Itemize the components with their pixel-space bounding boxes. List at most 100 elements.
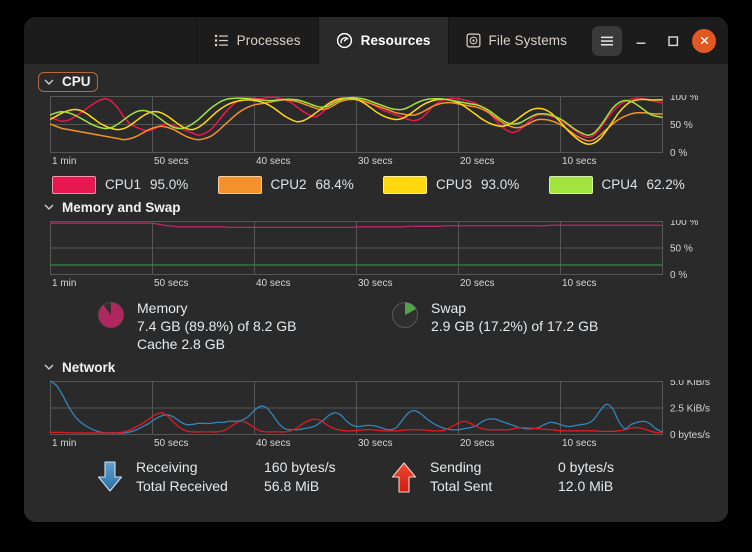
- svg-text:0 %: 0 %: [670, 270, 687, 281]
- cpu1-value: 95.0%: [150, 177, 189, 192]
- svg-text:1 min: 1 min: [52, 278, 76, 289]
- cpu-legend-item[interactable]: CPU1 95.0%: [52, 175, 218, 194]
- cpu-legend-item[interactable]: CPU3 93.0%: [383, 175, 549, 194]
- sending-value: 0 bytes/s: [558, 459, 615, 476]
- network-graph: 5.0 KiB/s 2.5 KiB/s 0 bytes/s 1 min 50 secs 4…: [50, 380, 714, 452]
- cpu-legend-item[interactable]: CPU2 68.4%: [217, 175, 384, 194]
- svg-text:20 secs: 20 secs: [460, 278, 494, 289]
- main-menu-button[interactable]: [592, 25, 622, 56]
- memory-section-header[interactable]: Memory and Swap: [38, 198, 188, 218]
- svg-text:50 %: 50 %: [670, 120, 693, 131]
- svg-text:1 min: 1 min: [52, 438, 76, 449]
- receiving-text: Receiving 160 bytes/s Total Received 56.…: [136, 458, 336, 495]
- svg-text:30 secs: 30 secs: [358, 438, 392, 449]
- sending-label: Sending: [430, 459, 482, 476]
- cpu-section-header[interactable]: CPU: [38, 72, 98, 92]
- cpu2-color-swatch: [217, 175, 262, 194]
- minimize-icon: [634, 34, 648, 48]
- header-bar: Processes Resources File Systems: [24, 17, 728, 64]
- memory-graph-svg: 100 % 50 % 0 % 1 min 50 secs 40 secs 30 secs 20…: [50, 220, 698, 289]
- network-legend: Receiving 160 bytes/s Total Received 56.…: [38, 458, 714, 495]
- svg-text:1 min: 1 min: [52, 156, 76, 167]
- tab-file-systems[interactable]: File Systems: [447, 17, 584, 64]
- cpu3-value: 93.0%: [481, 177, 520, 192]
- sending-legend-item[interactable]: Sending 0 bytes/s Total Sent 12.0 MiB: [368, 458, 698, 495]
- cpu3-label: CPU3: [436, 177, 473, 192]
- cpu2-value: 68.4%: [315, 177, 354, 192]
- svg-text:40 secs: 40 secs: [256, 278, 290, 289]
- svg-text:40 secs: 40 secs: [256, 438, 290, 449]
- chevron-down-icon: [43, 201, 55, 213]
- total-received-value: 56.8 MiB: [264, 478, 320, 495]
- speedometer-icon: [336, 32, 353, 49]
- cpu-section-title: CPU: [62, 74, 91, 89]
- total-sent-label: Total Sent: [430, 478, 493, 495]
- memory-graph: 100 % 50 % 0 % 1 min 50 secs 40 secs 30 secs 20…: [50, 220, 714, 292]
- tab-file-systems-label: File Systems: [488, 33, 567, 48]
- cpu3-color-swatch: [383, 175, 427, 194]
- network-graph-svg: 5.0 KiB/s 2.5 KiB/s 0 bytes/s 1 min 50 secs 4…: [50, 380, 710, 449]
- system-monitor-window: Processes Resources File Systems CPU 100…: [24, 17, 728, 522]
- svg-text:40 secs: 40 secs: [256, 156, 290, 167]
- total-sent-value: 12.0 MiB: [558, 478, 614, 495]
- svg-text:0 bytes/s: 0 bytes/s: [670, 430, 710, 441]
- memory-legend-item[interactable]: Memory 7.4 GB (89.8%) of 8.2 GB Cache 2.…: [38, 300, 368, 354]
- chevron-down-icon: [43, 361, 55, 373]
- down-arrow-icon: [96, 460, 124, 494]
- svg-text:50 secs: 50 secs: [154, 156, 188, 167]
- maximize-button[interactable]: [660, 28, 686, 54]
- memory-text: Memory 7.4 GB (89.8%) of 8.2 GB Cache 2.…: [137, 300, 297, 354]
- svg-text:20 secs: 20 secs: [460, 438, 494, 449]
- swap-pie-icon: [390, 300, 420, 330]
- svg-text:50 secs: 50 secs: [154, 278, 188, 289]
- svg-text:100 %: 100 %: [670, 95, 698, 103]
- header-left-spacer: [24, 17, 196, 64]
- swap-text: Swap 2.9 GB (17.2%) of 17.2 GB: [431, 300, 598, 336]
- memory-label: Memory: [137, 300, 188, 316]
- tab-resources[interactable]: Resources: [317, 17, 448, 64]
- list-icon: [214, 33, 229, 48]
- svg-text:50 secs: 50 secs: [154, 438, 188, 449]
- swap-legend-item[interactable]: Swap 2.9 GB (17.2%) of 17.2 GB: [368, 300, 698, 354]
- sending-text: Sending 0 bytes/s Total Sent 12.0 MiB: [430, 458, 614, 495]
- cpu-graph-svg: 100 % 50 % 0 % 1 min 50 secs 40 secs 30 secs 20…: [50, 95, 698, 167]
- close-button[interactable]: [692, 28, 716, 53]
- hamburger-icon: [599, 33, 615, 49]
- cpu4-label: CPU4: [601, 177, 638, 192]
- cpu-graph: 100 % 50 % 0 % 1 min 50 secs 40 secs 30 secs 20…: [50, 95, 714, 170]
- cpu1-label: CPU1: [105, 177, 142, 192]
- svg-text:50 %: 50 %: [670, 244, 693, 255]
- receiving-label: Receiving: [136, 459, 198, 476]
- cpu-legend-item[interactable]: CPU4 62.2%: [548, 175, 715, 194]
- window-controls: [584, 17, 728, 64]
- memory-usage: 7.4 GB (89.8%) of 8.2 GB: [137, 317, 297, 334]
- cpu-section: CPU 100 % 50 % 0 % 1 min 50 secs 40 secs 30 se…: [38, 72, 714, 194]
- svg-text:10 secs: 10 secs: [562, 278, 596, 289]
- close-icon: [698, 34, 711, 47]
- tab-processes-label: Processes: [236, 33, 301, 48]
- tab-processes[interactable]: Processes: [195, 17, 318, 64]
- tab-resources-label: Resources: [360, 33, 431, 48]
- cpu2-label: CPU2: [270, 177, 307, 192]
- chevron-down-icon: [43, 76, 55, 88]
- cpu4-color-swatch: [548, 175, 593, 194]
- svg-text:2.5 KiB/s: 2.5 KiB/s: [670, 404, 710, 415]
- svg-text:100 %: 100 %: [670, 220, 698, 228]
- svg-text:30 secs: 30 secs: [358, 278, 392, 289]
- receiving-legend-item[interactable]: Receiving 160 bytes/s Total Received 56.…: [38, 458, 368, 495]
- memory-swap-legend: Memory 7.4 GB (89.8%) of 8.2 GB Cache 2.…: [38, 300, 714, 354]
- memory-pie-icon: [96, 300, 126, 330]
- svg-text:30 secs: 30 secs: [358, 156, 392, 167]
- minimize-button[interactable]: [628, 28, 654, 54]
- maximize-icon: [666, 34, 680, 48]
- svg-text:10 secs: 10 secs: [562, 156, 596, 167]
- network-section: Network 5.0 KiB/s 2.5 KiB/s 0 bytes/s 1 min…: [38, 358, 714, 496]
- cpu4-value: 62.2%: [646, 177, 685, 192]
- network-section-header[interactable]: Network: [38, 358, 122, 378]
- resources-content: CPU 100 % 50 % 0 % 1 min 50 secs 40 secs 30 se…: [24, 64, 728, 522]
- memory-section-title: Memory and Swap: [62, 199, 181, 215]
- swap-usage: 2.9 GB (17.2%) of 17.2 GB: [431, 317, 599, 334]
- receiving-value: 160 bytes/s: [264, 459, 336, 476]
- view-tabs: Processes Resources File Systems: [195, 17, 584, 64]
- up-arrow-icon: [390, 460, 418, 494]
